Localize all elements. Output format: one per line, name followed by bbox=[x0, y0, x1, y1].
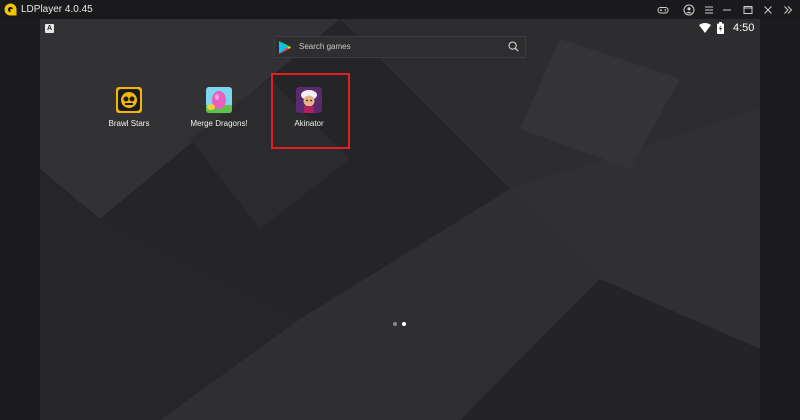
battery-icon bbox=[717, 22, 724, 34]
close-icon bbox=[764, 5, 772, 14]
app-label: Merge Dragons! bbox=[190, 119, 248, 128]
status-bar: A 4:50 bbox=[40, 19, 760, 37]
minimize-button[interactable] bbox=[716, 0, 738, 19]
app-label: Brawl Stars bbox=[108, 119, 150, 128]
expand-sidebar-icon bbox=[784, 5, 793, 14]
android-screen: A 4:50 Search games Brawl Stars Merge Dr… bbox=[40, 19, 760, 420]
wallpaper bbox=[40, 19, 760, 420]
maximize-icon bbox=[743, 5, 753, 14]
merge-dragons-icon bbox=[206, 87, 232, 113]
app-merge-dragons[interactable]: Merge Dragons! bbox=[184, 87, 254, 129]
account-icon bbox=[683, 4, 695, 15]
maximize-button[interactable] bbox=[737, 0, 759, 19]
notification-badge: A bbox=[45, 24, 54, 33]
search-input[interactable]: Search games bbox=[299, 41, 351, 53]
ldplayer-logo-icon bbox=[4, 3, 17, 16]
wifi-icon bbox=[699, 23, 711, 33]
title-bar: LDPlayer 4.0.45 bbox=[0, 0, 800, 19]
gamepad-icon bbox=[657, 6, 669, 13]
page-dot-2[interactable] bbox=[402, 322, 406, 326]
expand-sidebar-button[interactable] bbox=[777, 0, 799, 19]
highlight-box bbox=[271, 73, 350, 149]
minimize-icon bbox=[723, 9, 731, 10]
window-title: LDPlayer 4.0.45 bbox=[21, 4, 93, 15]
menu-icon bbox=[705, 6, 713, 13]
account-button[interactable] bbox=[678, 0, 700, 19]
close-button[interactable] bbox=[757, 0, 779, 19]
search-icon[interactable] bbox=[508, 41, 519, 52]
gamepad-button[interactable] bbox=[652, 0, 674, 19]
left-frame bbox=[0, 19, 40, 420]
clock: 4:50 bbox=[733, 22, 755, 34]
app-brawl-stars[interactable]: Brawl Stars bbox=[94, 87, 164, 129]
brawl-stars-icon bbox=[116, 87, 142, 113]
google-play-icon bbox=[279, 41, 291, 54]
search-bar[interactable]: Search games bbox=[274, 36, 526, 58]
page-dot-1[interactable] bbox=[393, 322, 397, 326]
right-sidebar bbox=[760, 19, 800, 420]
